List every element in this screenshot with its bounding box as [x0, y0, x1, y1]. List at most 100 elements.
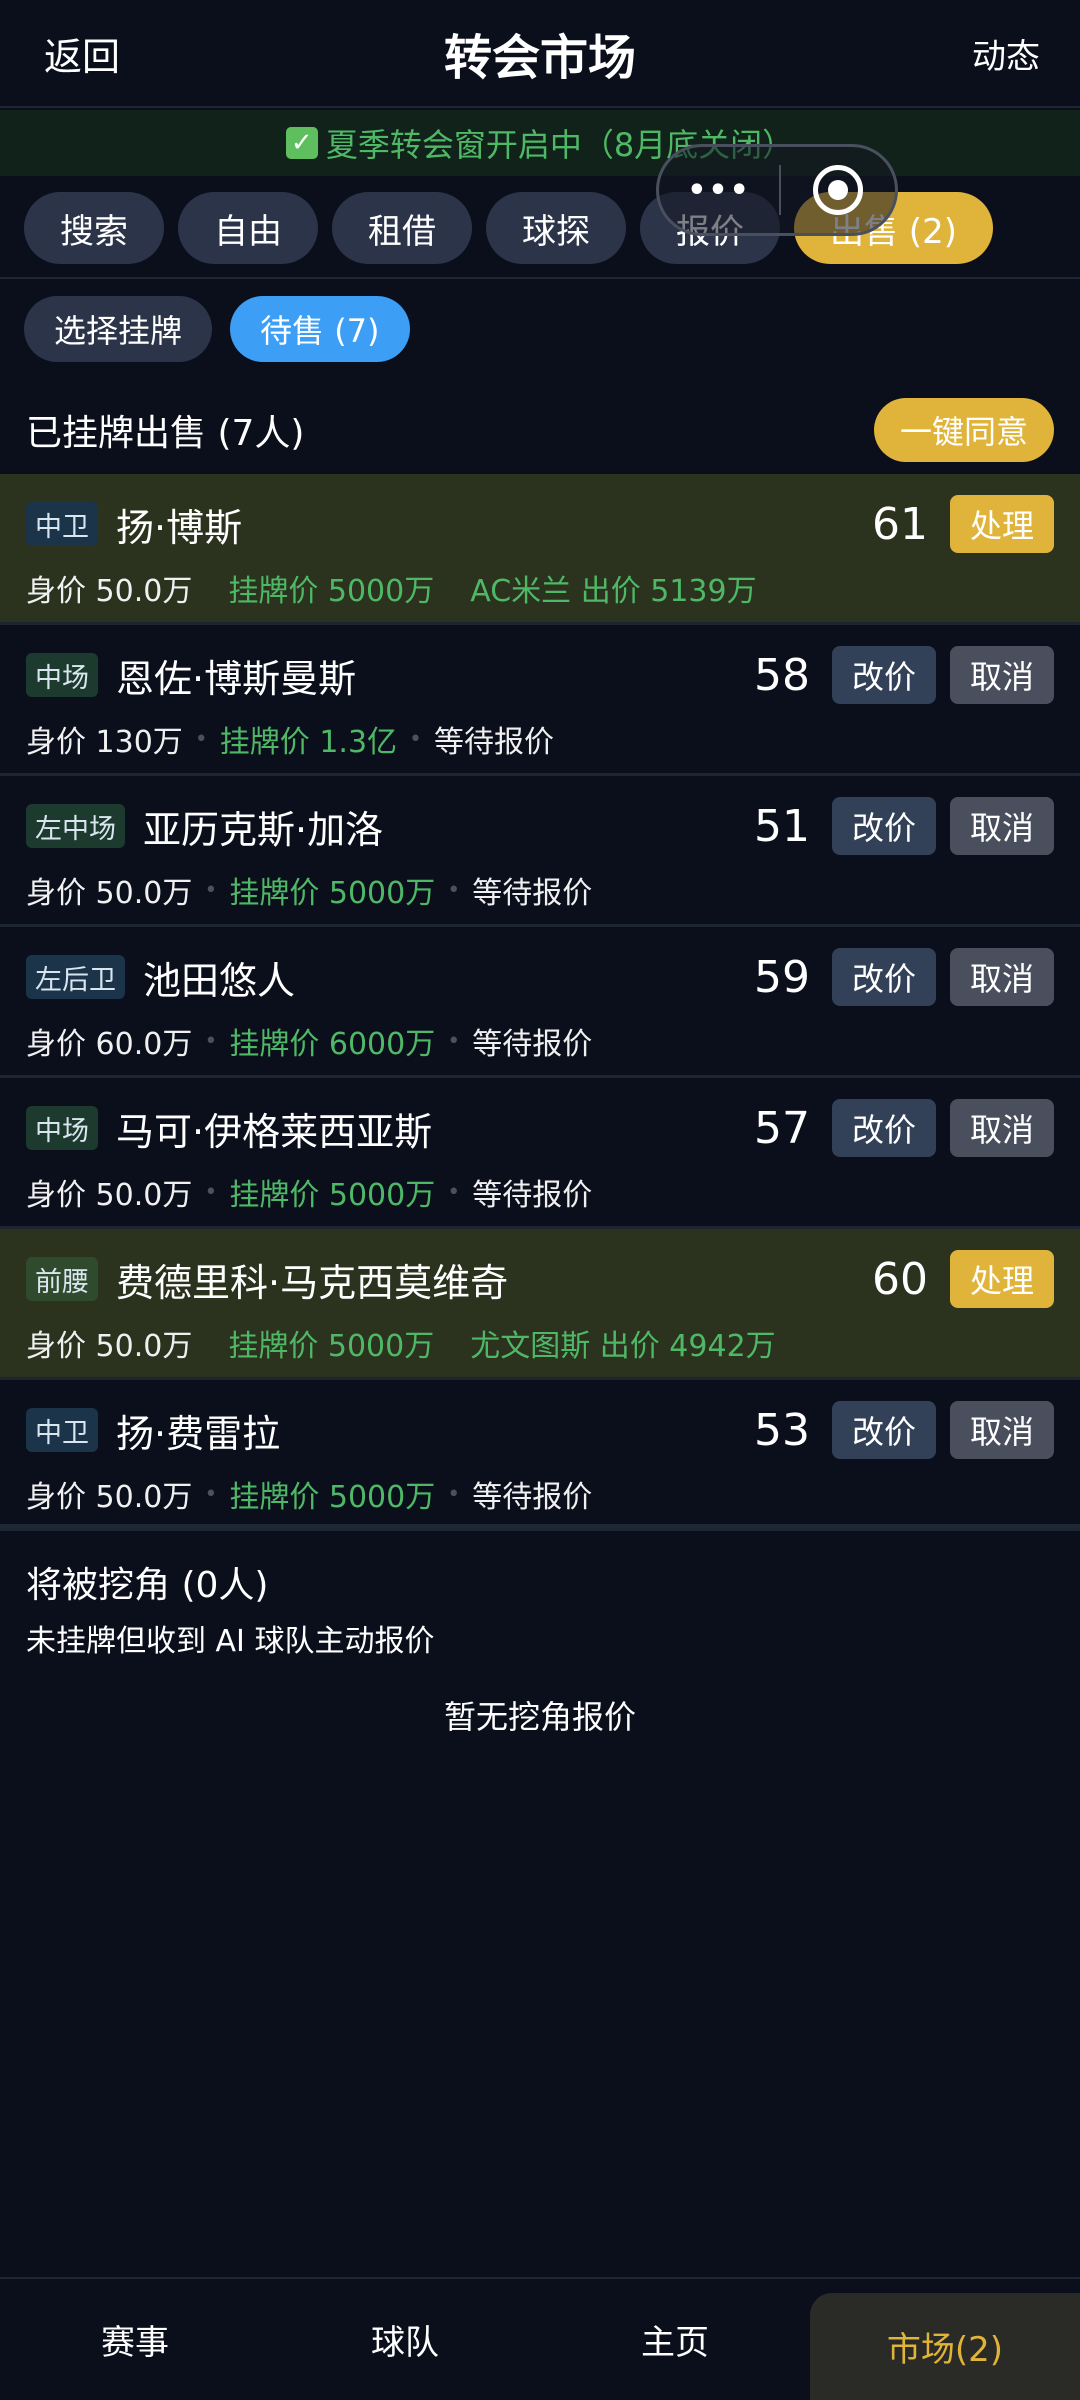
market-value: 身价 50.0万 — [26, 1178, 193, 1213]
news-button[interactable]: 动态 — [972, 29, 1040, 78]
list-price: 挂牌价 5000万 — [229, 1178, 436, 1213]
transfer-window-banner: ✓ 夏季转会窗开启中（8月底关闭） — [0, 110, 1080, 176]
player-name[interactable]: 费德里科·马克西莫维奇 — [116, 1252, 872, 1307]
offer-status: 等待报价 — [434, 725, 555, 760]
cancel-listing-button[interactable]: 取消 — [949, 646, 1054, 704]
poach-section-subtitle: 未挂牌但收到 AI 球队主动报价 — [26, 1624, 435, 1659]
cancel-listing-button[interactable]: 取消 — [949, 1401, 1054, 1459]
agree-all-button[interactable]: 一键同意 — [873, 398, 1054, 462]
player-name[interactable]: 马可·伊格莱西亚斯 — [116, 1101, 754, 1156]
player-name[interactable]: 扬·费雷拉 — [116, 1403, 754, 1458]
close-miniprogram-button[interactable] — [781, 165, 895, 215]
position-badge: 中场 — [26, 653, 98, 697]
separator-dot: • — [447, 1028, 461, 1054]
separator-dot: • — [194, 726, 208, 752]
poach-empty-state: 暂无挖角报价 — [443, 1698, 636, 1736]
position-badge: 中卫 — [26, 1408, 98, 1452]
more-icon[interactable]: ••• — [659, 173, 779, 208]
separator-dot: • — [204, 1179, 218, 1205]
tab-free[interactable]: 自由 — [178, 192, 318, 264]
list-item: 中场 马可·伊格莱西亚斯 57 改价 取消 身价 50.0万 • 挂牌价 500… — [0, 1078, 1080, 1229]
separator-dot: • — [447, 877, 461, 903]
offer-status: 等待报价 — [472, 1480, 593, 1515]
offer-status: 等待报价 — [472, 1027, 593, 1062]
tabs-divider — [0, 277, 1080, 279]
listed-players-list: 中卫 扬·博斯 61 处理 身价 50.0万 挂牌价 5000万 AC米兰 出价… — [0, 474, 1080, 1531]
checkbox-icon: ✓ — [285, 127, 318, 159]
market-value: 身价 60.0万 — [26, 1027, 193, 1062]
list-price: 挂牌价 6000万 — [229, 1027, 436, 1062]
sell-subtabs: 选择挂牌 待售 (7) — [24, 296, 410, 362]
header: 返回 转会市场 动态 — [0, 0, 1080, 108]
nav-item-home[interactable]: 主页 — [540, 2279, 810, 2400]
bottom-nav: 赛事 球队 主页 市场(2) — [0, 2277, 1080, 2400]
listed-section-title: 已挂牌出售 (7人) — [26, 413, 305, 454]
player-name[interactable]: 亚历克斯·加洛 — [143, 799, 754, 854]
list-price: 挂牌价 1.3亿 — [219, 725, 398, 760]
edit-price-button[interactable]: 改价 — [831, 646, 936, 704]
separator-dot: • — [409, 726, 423, 752]
list-price: 挂牌价 5000万 — [228, 574, 435, 609]
edit-price-button[interactable]: 改价 — [831, 1099, 936, 1157]
player-rating: 53 — [753, 1404, 810, 1456]
position-badge: 前腰 — [26, 1257, 98, 1301]
position-badge: 中卫 — [26, 502, 98, 546]
offer-status: 尤文图斯 出价 4942万 — [470, 1329, 776, 1364]
offer-status: 等待报价 — [472, 876, 593, 911]
position-badge: 左后卫 — [26, 955, 125, 999]
position-badge: 左中场 — [26, 804, 125, 848]
nav-item-team[interactable]: 球队 — [270, 2279, 540, 2400]
market-value: 身价 50.0万 — [26, 1480, 193, 1515]
cancel-listing-button[interactable]: 取消 — [949, 1099, 1054, 1157]
subtab-select-listing[interactable]: 选择挂牌 — [24, 296, 213, 362]
separator-dot: • — [204, 877, 218, 903]
process-button[interactable]: 处理 — [949, 1250, 1054, 1308]
market-value: 身价 50.0万 — [26, 574, 193, 609]
nav-item-market[interactable]: 市场(2) — [810, 2293, 1080, 2400]
separator-dot: • — [204, 1028, 218, 1054]
offer-status: AC米兰 出价 5139万 — [470, 574, 757, 609]
listed-section-header: 已挂牌出售 (7人) 一键同意 — [26, 394, 1054, 466]
offer-status: 等待报价 — [472, 1178, 593, 1213]
player-rating: 58 — [753, 649, 810, 701]
list-item: 中卫 扬·博斯 61 处理 身价 50.0万 挂牌价 5000万 AC米兰 出价… — [0, 474, 1080, 625]
player-rating: 59 — [753, 951, 810, 1003]
player-rating: 60 — [871, 1253, 928, 1305]
poach-section-title: 将被挖角 (0人) — [26, 1565, 269, 1606]
edit-price-button[interactable]: 改价 — [831, 948, 936, 1006]
list-item: 左中场 亚历克斯·加洛 51 改价 取消 身价 50.0万 • 挂牌价 5000… — [0, 776, 1080, 927]
nav-item-matches[interactable]: 赛事 — [0, 2279, 270, 2400]
cancel-listing-button[interactable]: 取消 — [949, 797, 1054, 855]
player-name[interactable]: 扬·博斯 — [116, 497, 872, 552]
tab-scout[interactable]: 球探 — [486, 192, 626, 264]
edit-price-button[interactable]: 改价 — [831, 1401, 936, 1459]
list-price: 挂牌价 5000万 — [228, 1329, 435, 1364]
separator-dot: • — [447, 1481, 461, 1507]
list-item: 中场 恩佐·博斯曼斯 58 改价 取消 身价 130万 • 挂牌价 1.3亿 •… — [0, 625, 1080, 776]
player-name[interactable]: 恩佐·博斯曼斯 — [116, 648, 754, 703]
player-rating: 51 — [753, 800, 810, 852]
edit-price-button[interactable]: 改价 — [831, 797, 936, 855]
list-item: 前腰 费德里科·马克西莫维奇 60 处理 身价 50.0万 挂牌价 5000万 … — [0, 1229, 1080, 1380]
list-price: 挂牌价 5000万 — [229, 1480, 436, 1515]
market-value: 身价 50.0万 — [26, 1329, 193, 1364]
transfer-market-screen: 返回 转会市场 动态 ✓ 夏季转会窗开启中（8月底关闭） ••• 搜索 自由 租… — [0, 0, 1080, 2400]
tab-search[interactable]: 搜索 — [24, 192, 164, 264]
separator-dot: • — [447, 1179, 461, 1205]
market-value: 身价 50.0万 — [26, 876, 193, 911]
player-rating: 57 — [753, 1102, 810, 1154]
market-value: 身价 130万 — [26, 725, 183, 760]
list-item: 中卫 扬·费雷拉 53 改价 取消 身价 50.0万 • 挂牌价 5000万 •… — [0, 1380, 1080, 1531]
list-price: 挂牌价 5000万 — [229, 876, 436, 911]
target-icon — [813, 165, 863, 215]
player-name[interactable]: 池田悠人 — [143, 950, 754, 1005]
separator-dot: • — [204, 1481, 218, 1507]
subtab-for-sale[interactable]: 待售 (7) — [230, 296, 410, 362]
back-button[interactable]: 返回 — [44, 26, 120, 81]
cancel-listing-button[interactable]: 取消 — [949, 948, 1054, 1006]
mini-program-capsule: ••• — [656, 144, 898, 236]
process-button[interactable]: 处理 — [949, 495, 1054, 553]
position-badge: 中场 — [26, 1106, 98, 1150]
tab-loan[interactable]: 租借 — [332, 192, 472, 264]
list-item: 左后卫 池田悠人 59 改价 取消 身价 60.0万 • 挂牌价 6000万 •… — [0, 927, 1080, 1078]
